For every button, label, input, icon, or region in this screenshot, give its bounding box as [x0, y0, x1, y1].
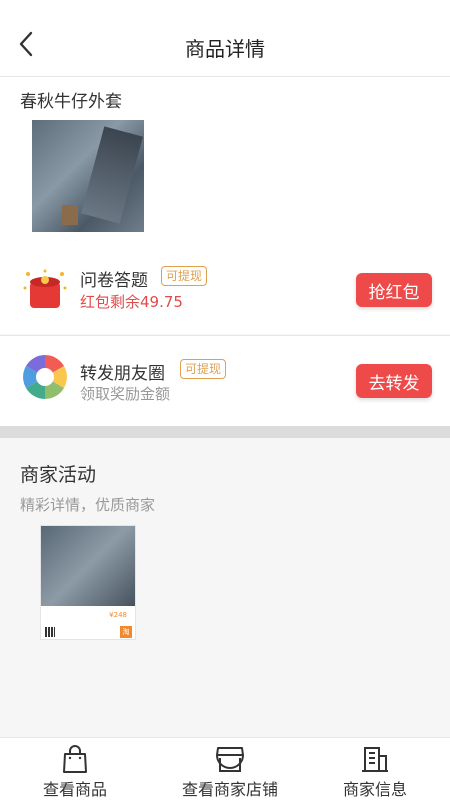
task-title-survey: 问卷答题: [80, 271, 148, 291]
nav-merchant-info[interactable]: 商家信息: [310, 738, 440, 800]
moments-shutter-icon: [23, 355, 67, 399]
task-title-share: 转发朋友圈: [80, 364, 165, 384]
shopping-bag-icon: [63, 745, 87, 773]
task-row-share: 转发朋友圈 可提现 领取奖励金额 去转发: [0, 335, 450, 426]
go-share-button[interactable]: 去转发: [356, 364, 432, 398]
qr-code-icon: [45, 627, 55, 637]
grab-red-envelope-button[interactable]: 抢红包: [356, 273, 432, 307]
nav-view-product[interactable]: 查看商品: [10, 738, 140, 800]
nav-label: 查看商家店铺: [181, 780, 278, 799]
taobao-logo-icon: 淘: [120, 626, 132, 638]
app-root: 商品详情 春秋牛仔外套 问卷答题 可提现 红包剩余49.75 抢红包 转发朋友圈…: [0, 0, 450, 800]
product-name: 春秋牛仔外套: [20, 92, 122, 112]
building-icon: [362, 747, 388, 772]
jacket-fold-shape: [81, 126, 143, 224]
nav-label: 查看商品: [42, 780, 107, 799]
red-envelope-icon: [23, 269, 67, 308]
nav-label: 商家信息: [342, 780, 407, 799]
withdrawable-badge: 可提现: [180, 359, 227, 379]
merchant-activity-subtitle: 精彩详情，优质商家: [20, 496, 156, 514]
red-envelope-remaining: 红包剩余49.75: [80, 293, 183, 311]
merchant-poster-thumbnail[interactable]: ¥248 淘: [40, 525, 136, 640]
task-row-survey: 问卷答题 可提现 红包剩余49.75 抢红包: [0, 258, 450, 328]
poster-price: ¥248: [109, 611, 127, 619]
poster-jacket-image: [41, 526, 135, 606]
withdrawable-badge: 可提现: [161, 266, 208, 286]
header-bar: 商品详情: [0, 0, 450, 77]
bottom-nav: 查看商品 查看商家店铺 商家信息: [0, 737, 450, 800]
merchant-activity-section: 商家活动 精彩详情，优质商家 ¥248 淘: [0, 438, 450, 736]
jacket-tag-shape: [62, 205, 78, 225]
section-divider: [0, 426, 450, 438]
merchant-activity-title: 商家活动: [20, 464, 97, 486]
page-title: 商品详情: [185, 37, 265, 61]
share-reward-text: 领取奖励金额: [80, 385, 171, 403]
storefront-icon: [216, 747, 244, 772]
product-image[interactable]: [32, 120, 144, 232]
nav-view-store[interactable]: 查看商家店铺: [160, 738, 300, 800]
